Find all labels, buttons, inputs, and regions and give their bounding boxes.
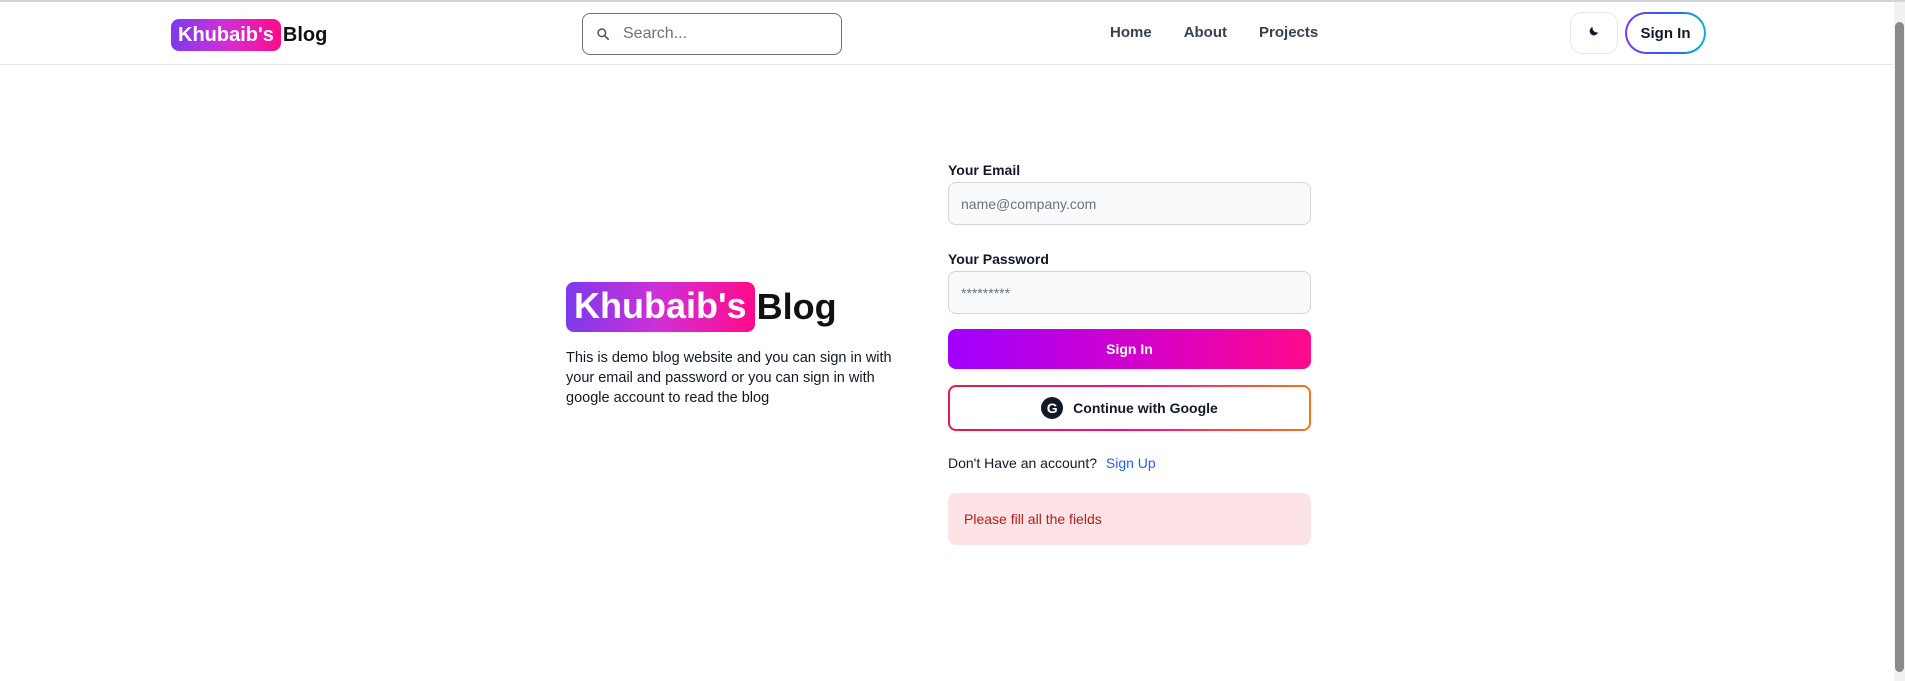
hero-logo-text: Blog [756, 286, 837, 327]
email-field[interactable] [959, 194, 1300, 213]
theme-toggle-button[interactable] [1570, 12, 1618, 54]
moon-icon [1588, 24, 1600, 42]
nav-projects[interactable]: Projects [1259, 24, 1318, 41]
google-icon: G [1041, 397, 1064, 419]
password-label: Your Password [948, 251, 1049, 267]
signup-prompt: Don't Have an account? [948, 455, 1097, 471]
scrollbar-thumb[interactable] [1895, 22, 1904, 672]
logo-text: Blog [282, 24, 328, 46]
password-field[interactable] [959, 283, 1300, 302]
header-signin-button[interactable]: Sign In [1625, 12, 1706, 54]
signin-button[interactable]: Sign In [948, 329, 1311, 369]
hero-logo: Khubaib's Blog [566, 282, 837, 332]
hero-description: This is demo blog website and you can si… [566, 350, 892, 406]
scrollbar-track[interactable] [1894, 2, 1905, 681]
nav-home[interactable]: Home [1110, 24, 1152, 41]
nav-about[interactable]: About [1184, 24, 1227, 41]
error-alert: Please fill all the fields [948, 493, 1311, 545]
logo-badge: Khubaib's [171, 19, 281, 51]
main-nav: Home About Projects [1110, 24, 1350, 41]
hero-logo-badge: Khubaib's [566, 282, 755, 332]
email-field-wrapper [948, 182, 1311, 225]
header-signin-label: Sign In [1627, 14, 1704, 52]
google-button-inner: G Continue with Google [950, 387, 1309, 429]
error-message: Please fill all the fields [964, 511, 1102, 527]
site-logo[interactable]: Khubaib's Blog [171, 19, 327, 51]
password-field-wrapper [948, 271, 1311, 314]
search-box[interactable] [582, 13, 842, 55]
google-signin-button[interactable]: G Continue with Google [948, 385, 1311, 431]
search-icon [595, 26, 611, 42]
google-button-label: Continue with Google [1073, 400, 1218, 416]
signup-link[interactable]: Sign Up [1106, 455, 1156, 471]
site-header: Khubaib's Blog Home About Projects Sign … [0, 2, 1894, 65]
email-label: Your Email [948, 162, 1021, 178]
search-input[interactable] [623, 25, 823, 43]
signin-form: Your Email Your Password Sign In G Conti… [948, 160, 1311, 545]
signup-row: Don't Have an account? Sign Up [948, 453, 1311, 473]
